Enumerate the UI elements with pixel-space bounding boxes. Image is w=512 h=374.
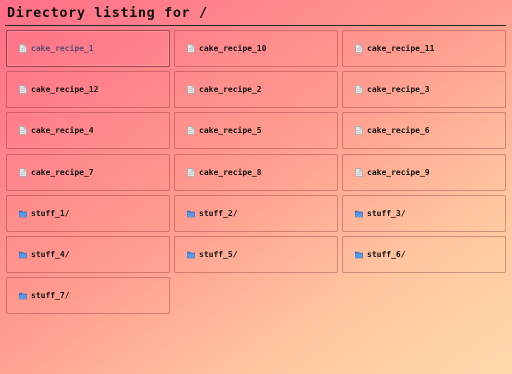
folder-icon: [355, 250, 363, 259]
entry-label: cake_recipe_4: [31, 126, 94, 136]
entry-label: cake_recipe_6: [367, 126, 430, 136]
file-icon: [187, 44, 195, 53]
entry-label: cake_recipe_9: [367, 167, 430, 177]
folder-icon: [19, 250, 27, 259]
entry-label: stuff_1/: [31, 208, 70, 218]
folder-icon: [187, 209, 195, 218]
file-link[interactable]: cake_recipe_1: [6, 30, 170, 67]
file-link[interactable]: cake_recipe_7: [6, 153, 170, 191]
file-icon: [19, 85, 27, 95]
file-icon: [355, 167, 363, 177]
entry-label: cake_recipe_2: [199, 85, 262, 95]
file-icon: [19, 167, 27, 177]
folder-icon: [187, 250, 195, 259]
file-link[interactable]: cake_recipe_5: [174, 112, 338, 150]
entry-label: stuff_5/: [199, 249, 238, 259]
title-divider: [5, 25, 506, 26]
entry-label: stuff_6/: [367, 249, 406, 259]
file-icon: [355, 44, 363, 53]
directory-listing: cake_recipe_1 cake_recipe_10 cake_recipe_1…: [6, 30, 506, 315]
file-icon: [355, 85, 363, 95]
file-link[interactable]: cake_recipe_4: [6, 112, 170, 150]
file-icon: [19, 44, 27, 53]
entry-label: cake_recipe_5: [199, 126, 262, 136]
file-link[interactable]: cake_recipe_2: [174, 71, 338, 109]
entry-label: cake_recipe_11: [367, 44, 435, 53]
entry-label: stuff_4/: [31, 249, 70, 259]
file-link[interactable]: cake_recipe_11: [342, 30, 506, 67]
entry-label: stuff_2/: [199, 208, 238, 218]
file-icon: [355, 126, 363, 136]
entry-label: stuff_7/: [31, 291, 70, 301]
folder-link[interactable]: stuff_2/: [174, 194, 338, 232]
entry-label: cake_recipe_3: [367, 85, 430, 95]
file-link[interactable]: cake_recipe_8: [174, 153, 338, 191]
page-title: Directory listing for /: [7, 5, 208, 21]
entry-label: cake_recipe_7: [31, 167, 94, 177]
folder-link[interactable]: stuff_7/: [6, 277, 170, 315]
folder-link[interactable]: stuff_5/: [174, 235, 338, 273]
file-link[interactable]: cake_recipe_9: [342, 153, 506, 191]
folder-icon: [355, 209, 363, 218]
folder-link[interactable]: stuff_6/: [342, 235, 506, 273]
file-icon: [19, 126, 27, 136]
folder-link[interactable]: stuff_3/: [342, 194, 506, 232]
file-link[interactable]: cake_recipe_12: [6, 71, 170, 109]
folder-link[interactable]: stuff_4/: [6, 235, 170, 273]
entry-label: cake_recipe_10: [199, 44, 267, 53]
folder-icon: [19, 291, 27, 300]
file-link[interactable]: cake_recipe_6: [342, 112, 506, 150]
file-link[interactable]: cake_recipe_10: [174, 30, 338, 67]
entry-label: cake_recipe_12: [31, 85, 99, 95]
entry-label: cake_recipe_1: [31, 44, 94, 53]
folder-icon: [19, 209, 27, 218]
entry-label: cake_recipe_8: [199, 167, 262, 177]
file-icon: [187, 167, 195, 177]
entry-label: stuff_3/: [367, 208, 406, 218]
folder-link[interactable]: stuff_1/: [6, 194, 170, 232]
file-link[interactable]: cake_recipe_3: [342, 71, 506, 109]
file-icon: [187, 85, 195, 95]
file-icon: [187, 126, 195, 136]
